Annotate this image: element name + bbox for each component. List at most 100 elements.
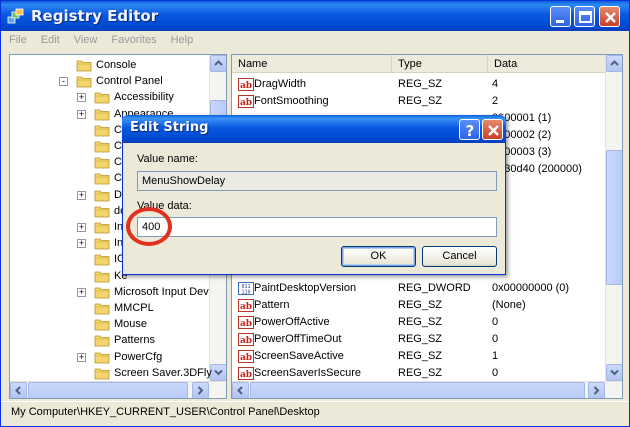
tree-scroll-up-button[interactable] [210, 55, 226, 72]
tree-hscroll-thumb[interactable] [28, 382, 188, 398]
tree-item-label: Mouse [114, 318, 148, 331]
highlight-circle [126, 207, 172, 246]
list-vertical-scrollbar[interactable] [605, 55, 622, 381]
folder-icon [94, 254, 110, 266]
column-header-type[interactable]: Type [392, 55, 488, 73]
list-hscroll-thumb[interactable] [250, 382, 585, 398]
folder-icon [94, 109, 110, 120]
list-header: Name Type Data [232, 55, 606, 73]
list-row[interactable]: 011 110 PaintDesktopVersion REG_DWORD 0x0000… [232, 280, 606, 297]
expand-icon[interactable]: + [77, 223, 86, 232]
svg-text:ab: ab [240, 98, 252, 108]
value-data-input[interactable]: 400 [137, 217, 497, 237]
column-header-data[interactable]: Data [488, 55, 606, 73]
list-row[interactable]: ab Pattern REG_SZ (None) [232, 297, 606, 314]
list-scroll-thumb[interactable] [606, 150, 622, 285]
chevron-left-icon [237, 386, 243, 395]
menu-edit[interactable]: Edit [41, 34, 60, 52]
list-row[interactable]: ab ScreenSaverIsSecure REG_SZ 0 [232, 365, 606, 382]
registry-editor-icon [7, 8, 24, 24]
svg-text:ab: ab [240, 319, 252, 329]
expand-icon[interactable]: + [77, 287, 86, 297]
tree-item-label: Control Panel [96, 75, 163, 88]
chevron-left-icon [15, 386, 21, 395]
value-type: REG_DWORD [398, 282, 471, 294]
tree-scroll-down-button[interactable] [210, 364, 226, 381]
tree-scroll-left-button[interactable] [10, 382, 27, 398]
folder-icon [76, 60, 92, 72]
edit-string-dialog: Edit String ? Value name: MenuShowDelay … [122, 115, 506, 275]
value-name: Pattern [254, 299, 290, 311]
list-scroll-right-button[interactable] [588, 382, 605, 398]
reg-sz-icon: ab [238, 350, 254, 363]
dialog-close-button[interactable] [482, 119, 503, 140]
svg-text:110: 110 [241, 290, 250, 296]
list-row[interactable]: ab PowerOffTimeOut REG_SZ 0 [232, 331, 606, 348]
value-name-field: MenuShowDelay [137, 171, 497, 191]
column-header-name[interactable]: Name [232, 55, 392, 73]
menu-view[interactable]: View [74, 34, 98, 52]
list-scroll-left-button[interactable] [232, 382, 249, 398]
list-horizontal-scrollbar[interactable] [232, 381, 622, 398]
close-icon [605, 12, 616, 23]
value-name-label: Value name: [137, 153, 198, 165]
maximize-button[interactable] [574, 6, 595, 27]
title-bar[interactable]: Registry Editor [1, 1, 629, 31]
chevron-right-icon [593, 386, 600, 395]
folder-icon [94, 92, 110, 104]
folder-icon [94, 173, 110, 185]
expand-icon[interactable]: + [77, 239, 86, 249]
reg-sz-icon: ab [238, 299, 254, 312]
value-name: PaintDesktopVersion [254, 282, 357, 294]
folder-icon [94, 141, 110, 153]
list-row[interactable]: ab PowerOffActive REG_SZ 0 [232, 314, 606, 331]
tree-item-label: PowerCfg [114, 350, 163, 363]
ok-button[interactable]: OK [341, 246, 416, 267]
menu-help[interactable]: Help [171, 34, 194, 52]
list-row[interactable]: ab FontSmoothing REG_SZ 2 [232, 93, 606, 110]
tree-item-label: Microsoft Input Dev [114, 285, 209, 298]
expand-icon[interactable]: + [77, 93, 86, 103]
reg-sz-icon: ab [238, 316, 254, 329]
value-name: DragWidth [254, 78, 306, 90]
value-type: REG_SZ [398, 299, 443, 311]
menu-favorites[interactable]: Favorites [111, 34, 156, 52]
minimize-icon [556, 20, 564, 23]
dialog-title-bar[interactable]: Edit String ? [122, 115, 506, 143]
cancel-button[interactable]: Cancel [422, 246, 497, 267]
list-row[interactable]: ab DragWidth REG_SZ 4 [232, 76, 606, 93]
maximize-icon [579, 11, 592, 23]
tree-item-label: Accessibility [114, 91, 174, 104]
tree-horizontal-scrollbar[interactable] [10, 381, 226, 398]
svg-text:ab: ab [240, 336, 252, 346]
expand-icon[interactable]: + [77, 190, 86, 200]
list-scroll-down-button[interactable] [606, 364, 622, 381]
folder-icon [94, 206, 110, 218]
chevron-up-icon [214, 60, 223, 66]
folder-icon [94, 319, 110, 331]
folder-icon [94, 335, 110, 347]
folder-icon [94, 287, 110, 299]
chevron-down-icon [214, 369, 223, 376]
status-bar: My Computer\HKEY_CURRENT_USER\Control Pa… [1, 401, 629, 421]
reg-dword-icon: 011110 [238, 282, 254, 295]
menu-file[interactable]: File [9, 34, 27, 52]
close-button[interactable] [599, 6, 620, 27]
expand-icon[interactable]: + [77, 352, 86, 362]
help-button[interactable]: ? [459, 119, 480, 140]
svg-text:ab: ab [240, 302, 252, 312]
collapse-icon[interactable]: - [59, 77, 68, 87]
folder-icon [94, 238, 110, 250]
folder-icon [94, 303, 110, 315]
list-row[interactable]: ab ScreenSaveActive REG_SZ 1 [232, 348, 606, 365]
value-data: 2 [492, 95, 499, 107]
folder-icon [76, 76, 92, 88]
minimize-button[interactable] [550, 6, 571, 27]
value-type: REG_SZ [398, 350, 443, 362]
expand-icon[interactable]: + [77, 109, 86, 119]
list-scroll-up-button[interactable] [606, 55, 622, 72]
chevron-down-icon [610, 369, 619, 376]
tree-scroll-right-button[interactable] [192, 382, 209, 398]
value-name: FontSmoothing [254, 95, 329, 107]
folder-icon [94, 271, 110, 282]
